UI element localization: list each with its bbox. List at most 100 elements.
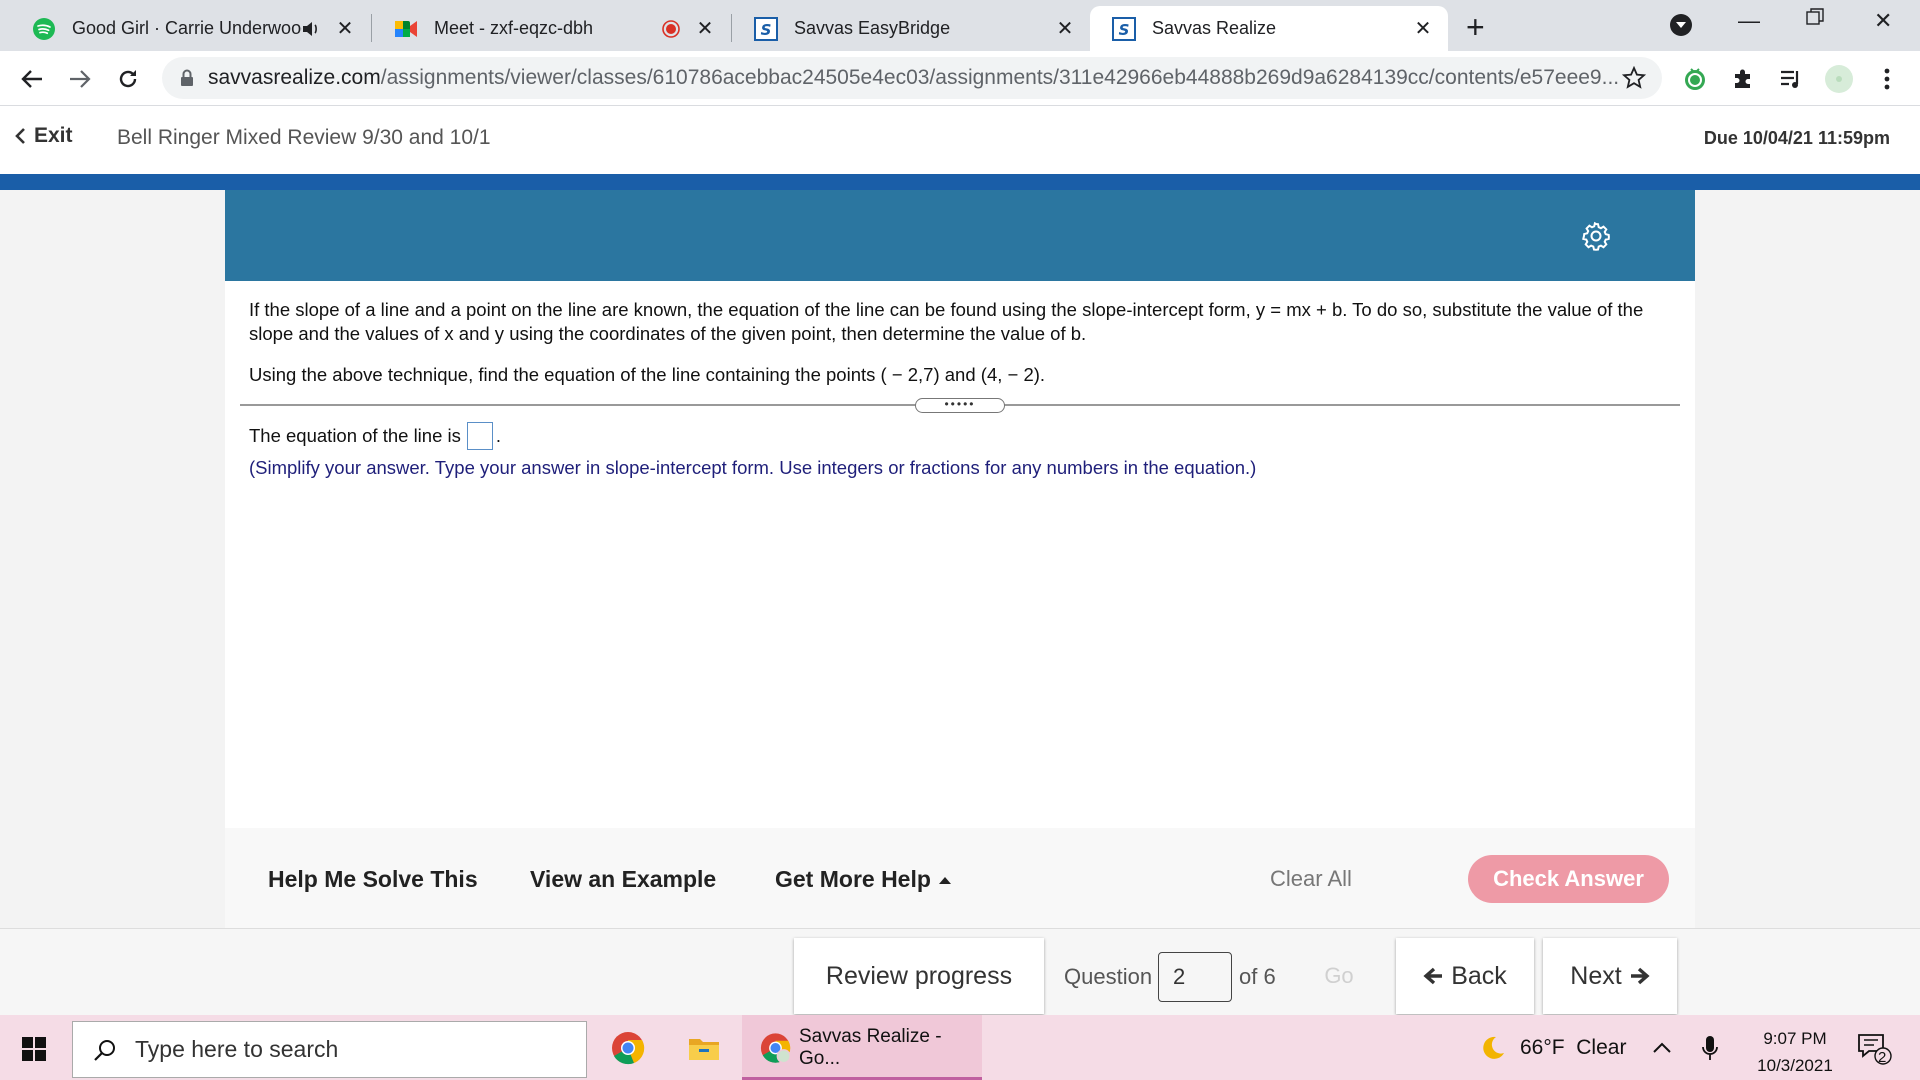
weather-label: 66°F Clear <box>1520 1035 1627 1059</box>
get-more-help-label: Get More Help <box>775 866 931 892</box>
back-label: Back <box>1451 961 1507 990</box>
reload-icon[interactable] <box>111 62 145 96</box>
address-bar[interactable]: savvasrealize.com/assignments/viewer/cla… <box>162 57 1662 99</box>
browser-tab-strip: Good Girl · Carrie Underwood ✕ Meet - zx… <box>0 0 1920 51</box>
go-button[interactable]: Go <box>1298 938 1380 1014</box>
tab-spotify[interactable]: Good Girl · Carrie Underwood ✕ <box>10 6 370 51</box>
url-path: /assignments/viewer/classes/610786acebba… <box>380 66 1620 89</box>
notifications-icon[interactable]: 2 <box>1856 1015 1892 1080</box>
question-panel: If the slope of a line and a point on th… <box>225 190 1695 928</box>
tab-meet[interactable]: Meet - zxf-eqzc-dbh ✕ <box>372 6 730 51</box>
back-button[interactable]: Back <box>1396 938 1534 1014</box>
svg-text:S: S <box>761 21 772 39</box>
profile-avatar-icon[interactable] <box>1822 62 1856 96</box>
extension-green-icon[interactable] <box>1678 62 1712 96</box>
chevron-up-icon[interactable] <box>1652 1015 1672 1080</box>
assignment-title: Bell Ringer Mixed Review 9/30 and 10/1 <box>117 126 491 149</box>
microphone-icon[interactable] <box>1702 1015 1718 1080</box>
close-window-icon[interactable]: ✕ <box>1874 8 1892 34</box>
media-control-icon[interactable] <box>1774 62 1808 96</box>
back-arrow-icon[interactable] <box>15 62 49 96</box>
bookmark-star-icon[interactable] <box>1622 66 1646 90</box>
active-app-label: Savvas Realize - Go... <box>798 1025 942 1069</box>
clock-time: 9:07 PM <box>1763 1029 1827 1048</box>
search-icon <box>94 1039 115 1061</box>
view-example-label: View an Example <box>530 866 717 892</box>
question-header <box>225 190 1695 281</box>
exit-button[interactable]: Exit <box>14 124 73 148</box>
question-prompt: Using the above technique, find the equa… <box>249 364 1046 385</box>
restore-icon[interactable] <box>1806 8 1824 26</box>
notification-count: 2 <box>1878 1049 1887 1066</box>
savvas-icon: S <box>1112 16 1136 41</box>
caret-up-icon <box>938 876 951 884</box>
google-meet-icon <box>394 17 418 41</box>
assignment-header: Exit Bell Ringer Mixed Review 9/30 and 1… <box>0 106 1920 174</box>
clear-all-button[interactable]: Clear All <box>1270 866 1352 892</box>
savvas-icon: S <box>754 16 778 41</box>
review-progress-label: Review progress <box>825 961 1013 990</box>
resize-grip-handle[interactable]: ••••• <box>915 398 1005 413</box>
browser-toolbar: savvasrealize.com/assignments/viewer/cla… <box>0 51 1920 106</box>
due-date: Due 10/04/21 11:59pm <box>1703 128 1890 148</box>
windows-taskbar: Type here to search Savvas Realize - Go.… <box>0 1015 1920 1080</box>
windows-start-icon[interactable] <box>22 1037 46 1061</box>
clock-date: 10/3/2021 <box>1757 1056 1833 1075</box>
close-tab-icon[interactable]: ✕ <box>334 16 356 41</box>
speaker-icon[interactable] <box>302 21 320 37</box>
url-host: savvasrealize.com <box>208 66 381 89</box>
new-tab-icon[interactable]: + <box>1466 11 1485 43</box>
help-me-solve-button[interactable]: Help Me Solve This <box>268 866 478 893</box>
moon-icon <box>1483 1036 1504 1059</box>
tab-title: Savvas EasyBridge <box>794 18 951 38</box>
answer-input[interactable] <box>466 422 493 450</box>
help-me-solve-label: Help Me Solve This <box>268 866 478 892</box>
question-navigation: Review progress Question 2 of 6 Go Back … <box>0 928 1920 1015</box>
review-progress-button[interactable]: Review progress <box>794 938 1044 1014</box>
tab-search-icon[interactable] <box>1670 14 1692 36</box>
extensions-puzzle-icon[interactable] <box>1726 62 1760 96</box>
arrow-right-icon <box>1630 967 1650 985</box>
taskbar-active-app[interactable]: Savvas Realize - Go... <box>742 1015 982 1080</box>
system-clock[interactable]: 9:07 PM 10/3/2021 <box>1740 1025 1850 1079</box>
taskbar-search[interactable]: Type here to search <box>72 1021 587 1078</box>
close-tab-icon[interactable]: ✕ <box>694 16 716 41</box>
chrome-icon <box>760 1032 791 1063</box>
check-answer-button[interactable]: Check Answer <box>1468 855 1669 903</box>
chrome-icon[interactable] <box>611 1031 645 1065</box>
tab-title: Good Girl · Carrie Underwood <box>72 18 302 38</box>
tab-title: Savvas Realize <box>1152 18 1277 38</box>
get-more-help-button[interactable]: Get More Help <box>775 866 951 893</box>
forward-arrow-icon[interactable] <box>63 62 97 96</box>
next-button[interactable]: Next <box>1543 938 1677 1014</box>
question-label: Question <box>1064 964 1153 989</box>
browser-menu-icon[interactable] <box>1870 62 1904 96</box>
tab-title: Meet - zxf-eqzc-dbh <box>434 18 594 38</box>
answer-row: The equation of the line is . <box>249 422 501 450</box>
close-tab-icon[interactable]: ✕ <box>1412 16 1434 41</box>
exit-label: Exit <box>34 124 73 147</box>
question-number-input[interactable]: 2 <box>1158 952 1232 1002</box>
search-placeholder: Type here to search <box>135 1036 339 1062</box>
next-label: Next <box>1570 961 1622 990</box>
svg-text:S: S <box>1119 21 1130 39</box>
close-tab-icon[interactable]: ✕ <box>1054 16 1076 41</box>
recording-icon <box>662 19 680 38</box>
gear-icon[interactable] <box>1581 221 1611 251</box>
arrow-left-icon <box>1423 967 1443 985</box>
question-intro: If the slope of a line and a point on th… <box>249 299 1644 344</box>
tab-savvas-easybridge[interactable]: S Savvas EasyBridge ✕ <box>732 6 1090 51</box>
weather-widget[interactable]: 66°F Clear <box>1478 1015 1626 1080</box>
answer-period: . <box>495 425 502 446</box>
question-total: of 6 <box>1239 964 1276 989</box>
view-example-button[interactable]: View an Example <box>530 866 716 893</box>
minimize-icon[interactable]: — <box>1738 8 1760 34</box>
help-bar: Help Me Solve This View an Example Get M… <box>225 828 1695 928</box>
accent-bar <box>0 174 1920 190</box>
chevron-left-icon <box>15 128 25 144</box>
tab-savvas-realize[interactable]: S Savvas Realize ✕ <box>1090 6 1448 51</box>
file-explorer-icon[interactable] <box>687 1031 721 1065</box>
spotify-icon <box>32 17 56 41</box>
answer-label: The equation of the line is <box>249 425 461 446</box>
answer-instructions: (Simplify your answer. Type your answer … <box>249 457 1257 478</box>
